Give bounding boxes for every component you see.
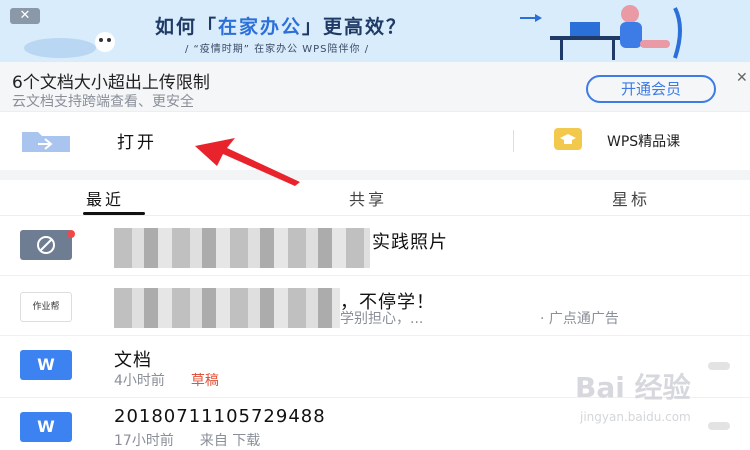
ad-source-label: · 广点通广告 (540, 311, 619, 327)
baidu-watermark: Bai 经验 (575, 371, 691, 404)
banner-subtitle: / “疫情时期” 在家办公 WPS陪伴你 / (185, 44, 370, 55)
notice-close-icon[interactable]: ✕ (736, 70, 748, 86)
file-source: 来自 下载 (199, 433, 261, 449)
banner-title: 如何「在家办公」更高效？ (155, 16, 408, 38)
active-tab-indicator (83, 212, 145, 215)
word-doc-icon: W (20, 412, 72, 442)
file-name: 20180711105729488 (114, 406, 326, 427)
file-name: 实践照片 (372, 232, 448, 253)
upload-limit-title: 6个文档大小超出上传限制 (12, 73, 210, 93)
person-at-desk-illustration-icon (520, 5, 682, 60)
wps-course-button[interactable]: WPS精品课 (607, 131, 680, 151)
divider (513, 130, 514, 152)
open-row: 打开 WPS精品课 (0, 112, 750, 180)
panda-illustration-icon (24, 32, 115, 58)
draft-badge: 草稿 (190, 373, 219, 389)
tab-recent[interactable]: 最近 (86, 186, 124, 210)
upload-limit-notice: 6个文档大小超出上传限制 云文档支持跨端查看、更安全 开通会员 ✕ (0, 62, 750, 112)
promo-banner[interactable]: ✕ 如何「在家办公」更高效？ / “疫情时期” 在家办公 WPS陪伴你 / (0, 0, 750, 62)
blurred-ad-title (114, 288, 340, 328)
more-options-icon[interactable] (708, 362, 730, 370)
more-options-icon[interactable] (708, 422, 730, 430)
folder-open-icon[interactable] (20, 128, 72, 154)
baidu-watermark-url: jingyan.baidu.com (580, 410, 691, 424)
open-membership-button[interactable]: 开通会员 (586, 75, 716, 103)
list-item[interactable]: 实践照片 (0, 216, 750, 276)
tab-starred[interactable]: 星标 (612, 186, 650, 210)
ad-description: 学别担心，... (340, 311, 424, 327)
graduation-cap-icon[interactable] (554, 128, 582, 150)
file-meta: 17小时前 来自 下载 (114, 430, 260, 450)
blurred-filename (114, 228, 370, 268)
file-tabs: 最近 共享 星标 (0, 180, 750, 216)
word-doc-icon: W (20, 350, 72, 380)
homework-app-icon: 作业帮 (20, 292, 72, 322)
upload-limit-subtitle: 云文档支持跨端查看、更安全 (12, 94, 194, 110)
file-time: 17小时前 (114, 433, 174, 449)
unread-dot (67, 230, 75, 238)
photo-app-icon (20, 230, 72, 260)
file-meta: 4小时前 草稿 (114, 370, 219, 390)
list-item[interactable]: 作业帮 ，不停学！ 学别担心，... · 广点通广告 (0, 276, 750, 336)
tab-shared[interactable]: 共享 (349, 186, 387, 210)
file-name: 文档 (114, 350, 152, 371)
open-button[interactable]: 打开 (117, 128, 157, 153)
file-time: 4小时前 (114, 373, 165, 389)
